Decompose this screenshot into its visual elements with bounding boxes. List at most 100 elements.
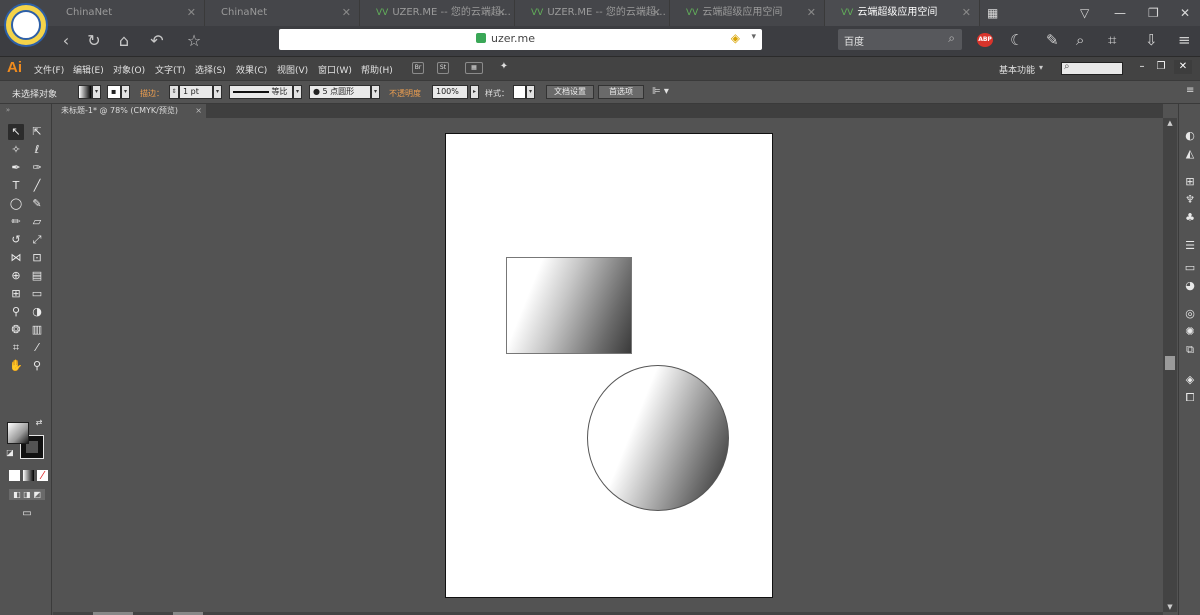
drawing-mode-icon[interactable]: ◧ ◨ ◩ [9,489,45,500]
tab-close-icon[interactable]: ✕ [807,0,816,26]
default-fill-stroke-icon[interactable]: ◪ [5,448,15,458]
gradient-mode-icon[interactable] [23,470,34,481]
minimize-icon[interactable]: — [1114,0,1126,26]
download-icon[interactable]: ⇩ [1145,29,1158,51]
stroke-panel-icon[interactable]: ☰ [1182,238,1198,254]
help-search-input[interactable] [1061,62,1123,75]
scroll-down-icon[interactable]: ▼ [1163,602,1177,612]
tab-close-icon[interactable]: ✕ [497,0,506,26]
color-panel-icon[interactable]: ◐ [1182,128,1198,144]
line-tool-icon[interactable]: ╱ [29,178,45,194]
app-restore-icon[interactable]: ❐ [1152,60,1170,74]
refresh-icon[interactable]: ↻ [83,30,105,52]
eyedropper-tool-icon[interactable]: ⚲ [8,304,24,320]
app-close-icon[interactable]: ✕ [1174,60,1192,74]
pen-tool-icon[interactable]: ✒ [8,160,24,176]
undo-close-icon[interactable]: ↶ [146,30,168,52]
align-icon[interactable]: ⊫ ▾ [652,86,669,97]
address-bar[interactable]: uzer.me ◈ ▾ [279,29,762,50]
screenshot-icon[interactable]: ⌗ [1108,29,1116,51]
free-transform-tool-icon[interactable]: ⊡ [29,250,45,266]
gradient-rectangle[interactable] [506,257,632,354]
width-tool-icon[interactable]: ⋈ [8,250,24,266]
eraser-tool-icon[interactable]: ▱ [29,214,45,230]
document-setup-button[interactable]: 文档设置 [546,85,594,99]
brush-definition[interactable]: ● 5 点圆形 [309,85,371,99]
blend-tool-icon[interactable]: ◑ [29,304,45,320]
opacity-label[interactable]: 不透明度 [389,88,421,99]
shape-builder-tool-icon[interactable]: ⊕ [8,268,24,284]
canvas[interactable] [53,118,1163,612]
favorite-star-icon[interactable]: ☆ [183,30,205,52]
fill-color-swatch[interactable] [78,85,92,99]
app-minimize-icon[interactable]: – [1133,60,1151,74]
chevron-down-icon[interactable]: ▾ [121,85,130,99]
stroke-color-swatch[interactable]: ▪ [107,85,121,99]
menu-file[interactable]: 文件(F) [34,63,64,76]
variable-width-profile[interactable]: 等比 [229,85,293,99]
color-mode-icon[interactable] [9,470,20,481]
tab-close-icon[interactable]: ✕ [342,0,351,26]
tab-close-icon[interactable]: ✕ [962,0,971,26]
graphic-styles-panel-icon[interactable]: ✺ [1182,324,1198,340]
chevron-down-icon[interactable]: ▾ [92,85,101,99]
artboards-panel-icon[interactable]: ⧠ [1182,390,1198,406]
tab-list-icon[interactable]: ▦ [987,0,998,26]
magic-wand-tool-icon[interactable]: ✧ [8,142,24,158]
symbols-panel-icon[interactable]: ♣ [1182,210,1198,226]
direct-selection-tool-icon[interactable]: ⇱ [29,124,45,140]
opacity-input[interactable]: 100% [432,85,468,99]
browser-tab-5[interactable]: VV 云端超级应用空间 ✕ [670,0,825,26]
stepper-icon[interactable]: ⇕ [169,85,179,99]
find-icon[interactable]: ⌕ [1076,29,1084,51]
browser-tab-2[interactable]: ChinaNet ✕ [205,0,360,26]
menu-edit[interactable]: 编辑(E) [73,63,104,76]
color-guide-panel-icon[interactable]: ◭ [1182,146,1198,162]
browser-tab-4[interactable]: VV UZER.ME -- 您的云端超… ✕ [515,0,670,26]
ellipse-tool-icon[interactable]: ◯ [8,196,24,212]
brushes-panel-icon[interactable]: ♆ [1182,192,1198,208]
search-box[interactable]: 百度 ⌕ [838,29,962,50]
back-icon[interactable]: ‹ [55,30,77,52]
artboard-tool-icon[interactable]: ⌗ [8,340,24,356]
menu-type[interactable]: 文字(T) [155,63,186,76]
fill-color-swatch[interactable] [7,422,29,444]
scroll-up-icon[interactable]: ▲ [1163,118,1177,128]
zoom-tool-icon[interactable]: ⚲ [29,358,45,374]
arrange-documents-icon[interactable]: ▦ [465,62,483,74]
stock-icon[interactable]: St [437,62,449,74]
graphic-style-swatch[interactable] [513,85,526,99]
screen-mode-icon[interactable]: ▭ [17,506,37,522]
close-window-icon[interactable]: ✕ [1180,0,1190,26]
symbol-sprayer-tool-icon[interactable]: ❂ [8,322,24,338]
chevron-right-icon[interactable]: ▸ [470,85,479,99]
stroke-label[interactable]: 描边： [140,88,164,99]
gpu-performance-icon[interactable]: ✦ [498,62,510,74]
menu-select[interactable]: 选择(S) [195,63,226,76]
image-trace-panel-icon[interactable]: ⧉ [1182,342,1198,358]
gradient-circle[interactable] [587,365,729,511]
night-mode-icon[interactable]: ☾ [1010,29,1023,51]
scroll-thumb[interactable] [1165,356,1175,370]
bridge-icon[interactable]: Br [412,62,424,74]
skin-icon[interactable]: ▽ [1080,0,1089,26]
preferences-button[interactable]: 首选项 [598,85,644,99]
chevron-down-icon[interactable]: ▾ [213,85,222,99]
speed-mode-icon[interactable]: ◈ [731,31,740,45]
lasso-tool-icon[interactable]: ℓ [29,142,45,158]
menu-window[interactable]: 窗口(W) [318,63,352,76]
panel-collapse-icon[interactable]: » [0,102,16,118]
address-url[interactable]: uzer.me [491,32,535,45]
chevron-down-icon[interactable]: ▾ [1039,63,1043,72]
slice-tool-icon[interactable]: ⁄ [29,340,45,356]
paintbrush-tool-icon[interactable]: ✎ [29,196,45,212]
gradient-tool-icon[interactable]: ▭ [29,286,45,302]
menu-help[interactable]: 帮助(H) [361,63,393,76]
document-tab[interactable]: 未标题-1* @ 78% (CMYK/预览) × [53,104,206,118]
rotate-tool-icon[interactable]: ↺ [8,232,24,248]
graph-tool-icon[interactable]: ▥ [29,322,45,338]
vertical-scrollbar[interactable]: ▲ ▼ [1163,118,1177,612]
mesh-tool-icon[interactable]: ⊞ [8,286,24,302]
hand-tool-icon[interactable]: ✋ [8,358,24,374]
chevron-down-icon[interactable]: ▾ [526,85,535,99]
